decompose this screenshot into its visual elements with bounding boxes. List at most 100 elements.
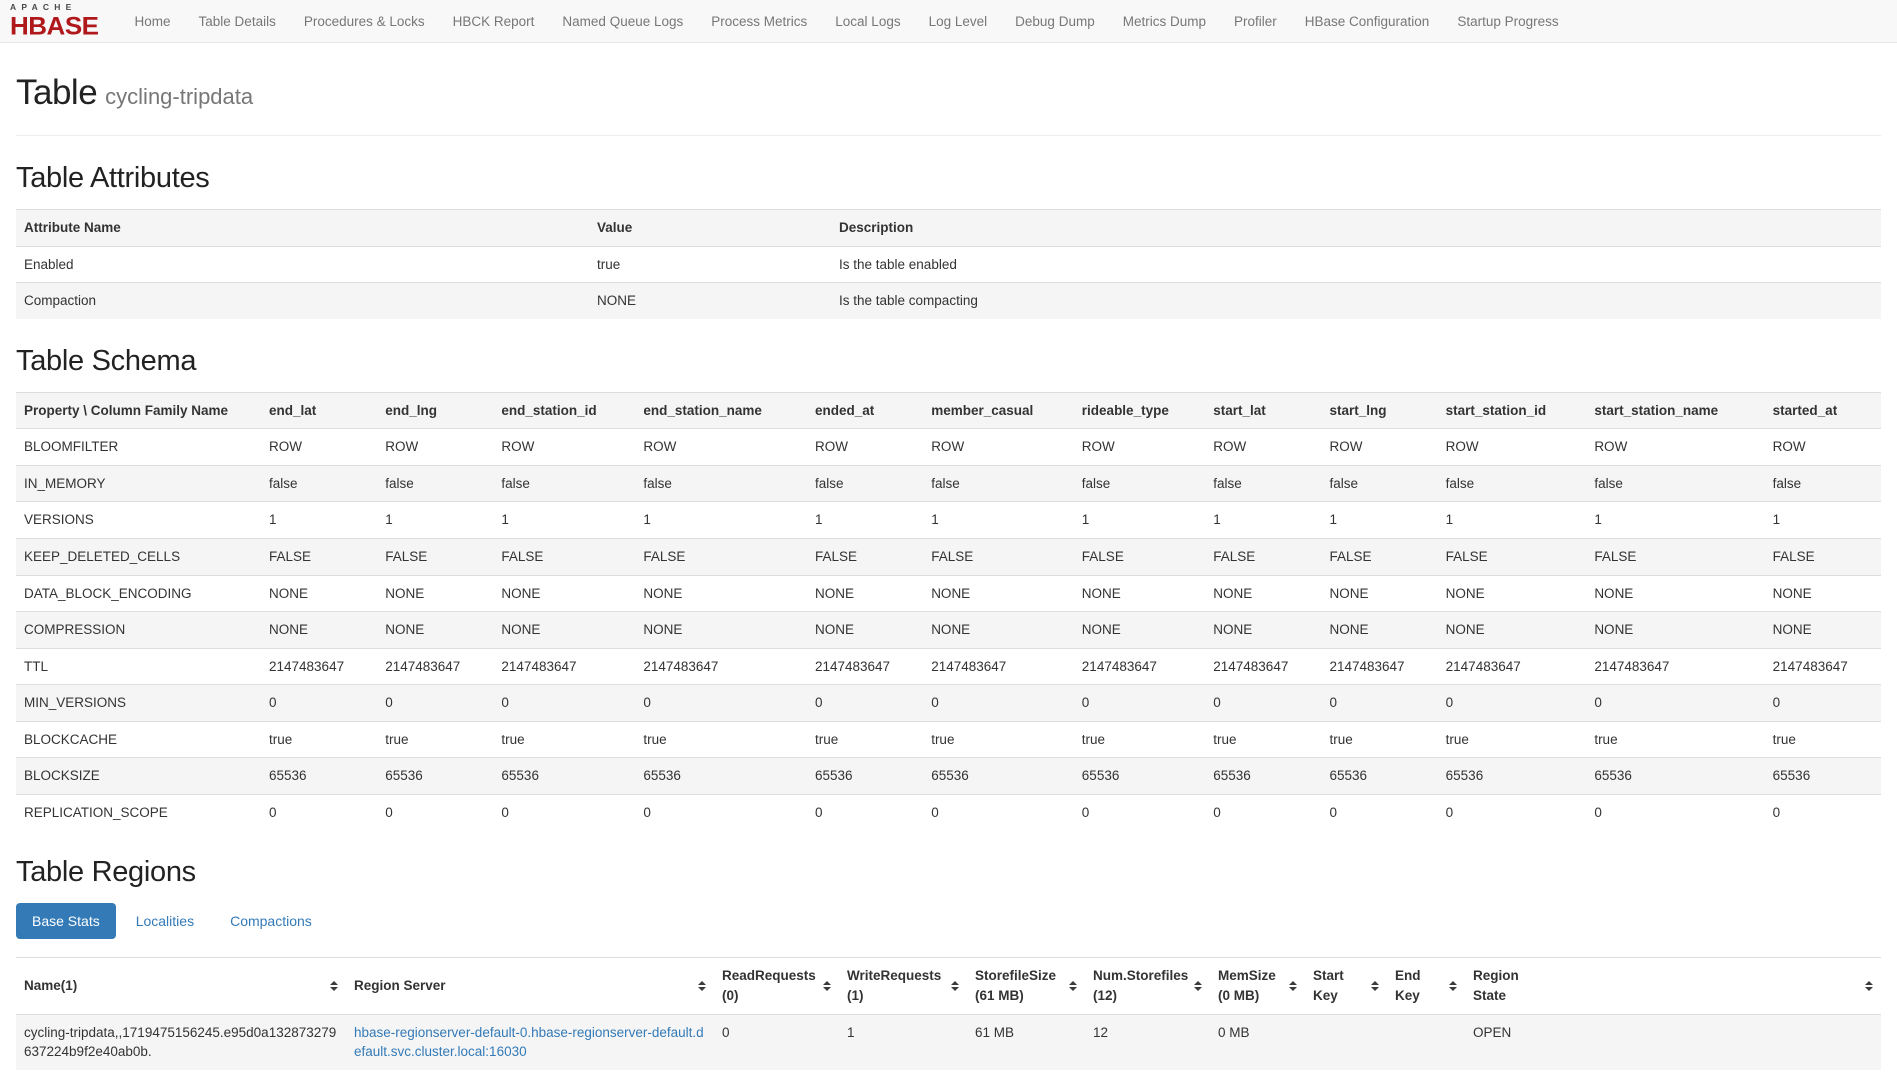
schema-value-cell: 65536 — [1438, 758, 1587, 795]
table-row: VERSIONS111111111111 — [16, 502, 1881, 539]
regions-col-writerequests-1[interactable]: WriteRequests (1) — [839, 958, 967, 1014]
schema-value-cell: 1 — [1321, 502, 1437, 539]
nav-item-process-metrics[interactable]: Process Metrics — [697, 3, 821, 40]
cell-write-requests: 1 — [839, 1014, 967, 1070]
regions-col-memsize-0-mb[interactable]: MemSize (0 MB) — [1210, 958, 1305, 1014]
schema-value-cell: 65536 — [807, 758, 923, 795]
regions-col-num-storefiles-12[interactable]: Num.Storefiles (12) — [1085, 958, 1210, 1014]
regions-col-region-state[interactable]: Region State — [1465, 958, 1881, 1014]
schema-value-cell: true — [377, 721, 493, 758]
schema-value-cell: NONE — [1321, 612, 1437, 649]
schema-body: Property \ Column Family Nameend_latend_… — [16, 392, 1881, 830]
schema-value-cell: ROW — [261, 429, 377, 466]
hbase-logo[interactable]: APACHE HBASE — [10, 3, 99, 39]
table-row: BLOCKSIZE6553665536655366553665536655366… — [16, 758, 1881, 795]
regions-col-label: Start Key — [1313, 966, 1355, 1005]
schema-value-cell: 1 — [923, 502, 1074, 539]
schema-value-cell: 0 — [635, 685, 807, 722]
sort-down-arrow — [1289, 987, 1297, 991]
schema-value-cell: NONE — [923, 612, 1074, 649]
table-row: IN_MEMORYfalsefalsefalsefalsefalsefalsef… — [16, 465, 1881, 502]
schema-property-name: IN_MEMORY — [16, 465, 261, 502]
schema-value-cell: NONE — [635, 575, 807, 612]
table-schema: Property \ Column Family Nameend_latend_… — [16, 392, 1881, 831]
schema-value-cell: 0 — [1586, 685, 1764, 722]
regions-col-region-server[interactable]: Region Server — [346, 958, 714, 1014]
schema-family-start-lng: start_lng — [1321, 392, 1437, 429]
logo-apache-text: APACHE — [10, 3, 99, 12]
regions-col-end-key[interactable]: End Key — [1387, 958, 1465, 1014]
nav-item-home[interactable]: Home — [121, 3, 185, 40]
schema-value-cell: 1 — [1765, 502, 1881, 539]
nav-item-log-level[interactable]: Log Level — [915, 3, 1002, 40]
region-server-link[interactable]: hbase-regionserver-default-0.hbase-regio… — [354, 1025, 704, 1060]
schema-value-cell: 2147483647 — [1438, 648, 1587, 685]
schema-value-cell: 0 — [493, 685, 635, 722]
schema-value-cell: 2147483647 — [493, 648, 635, 685]
schema-family-ended-at: ended_at — [807, 392, 923, 429]
sort-icon — [1371, 981, 1379, 991]
schema-value-cell: 65536 — [635, 758, 807, 795]
nav-item-hbck-report[interactable]: HBCK Report — [439, 3, 549, 40]
schema-value-cell: 1 — [1205, 502, 1321, 539]
sort-icon — [1865, 981, 1873, 991]
schema-value-cell: 2147483647 — [1205, 648, 1321, 685]
schema-value-cell: NONE — [377, 575, 493, 612]
schema-value-cell: 2147483647 — [377, 648, 493, 685]
nav-item-table-details[interactable]: Table Details — [185, 3, 290, 40]
schema-value-cell: true — [261, 721, 377, 758]
schema-value-cell: FALSE — [377, 538, 493, 575]
schema-value-cell: 0 — [1321, 794, 1437, 830]
cell-region-server: hbase-regionserver-default-0.hbase-regio… — [346, 1014, 714, 1070]
nav-item-local-logs[interactable]: Local Logs — [821, 3, 914, 40]
tab-base-stats[interactable]: Base Stats — [16, 903, 116, 939]
schema-property-name: DATA_BLOCK_ENCODING — [16, 575, 261, 612]
schema-value-cell: 65536 — [1321, 758, 1437, 795]
schema-heading: Table Schema — [16, 345, 1881, 378]
nav-item-metrics-dump[interactable]: Metrics Dump — [1109, 3, 1220, 40]
schema-value-cell: ROW — [1765, 429, 1881, 466]
schema-value-cell: true — [493, 721, 635, 758]
nav-item-profiler[interactable]: Profiler — [1220, 3, 1291, 40]
nav-item-debug-dump[interactable]: Debug Dump — [1001, 3, 1109, 40]
schema-value-cell: 0 — [1765, 685, 1881, 722]
nav-item-hbase-configuration[interactable]: HBase Configuration — [1291, 3, 1444, 40]
regions-col-start-key[interactable]: Start Key — [1305, 958, 1387, 1014]
regions-col-name-1[interactable]: Name(1) — [16, 958, 346, 1014]
schema-value-cell: NONE — [1321, 575, 1437, 612]
nav-item-startup-progress[interactable]: Startup Progress — [1443, 3, 1572, 40]
regions-col-storefilesize-61-mb[interactable]: StorefileSize (61 MB) — [967, 958, 1085, 1014]
schema-value-cell: ROW — [1205, 429, 1321, 466]
tab-localities[interactable]: Localities — [120, 903, 210, 939]
sort-up-arrow — [698, 981, 706, 985]
regions-col-label: Num.Storefiles (12) — [1093, 966, 1190, 1005]
regions-col-label: End Key — [1395, 966, 1435, 1005]
schema-value-cell: NONE — [377, 612, 493, 649]
schema-value-cell: ROW — [923, 429, 1074, 466]
schema-value-cell: 0 — [807, 794, 923, 830]
table-regions: Name(1)Region ServerReadRequests (0)Writ… — [16, 957, 1881, 1069]
schema-property-name: BLOOMFILTER — [16, 429, 261, 466]
schema-family-start-station-name: start_station_name — [1586, 392, 1764, 429]
schema-value-cell: 0 — [807, 685, 923, 722]
schema-value-cell: 2147483647 — [807, 648, 923, 685]
cell-start-key — [1305, 1014, 1387, 1070]
schema-family-member-casual: member_casual — [923, 392, 1074, 429]
schema-value-cell: 2147483647 — [1321, 648, 1437, 685]
tab-compactions[interactable]: Compactions — [214, 903, 328, 939]
cell-region-state: OPEN — [1465, 1014, 1881, 1070]
nav-item-procedures-locks[interactable]: Procedures & Locks — [290, 3, 439, 40]
schema-value-cell: ROW — [377, 429, 493, 466]
regions-col-readrequests-0[interactable]: ReadRequests (0) — [714, 958, 839, 1014]
sort-icon — [330, 981, 338, 991]
schema-property-name: REPLICATION_SCOPE — [16, 794, 261, 830]
schema-value-cell: false — [1438, 465, 1587, 502]
schema-value-cell: true — [1765, 721, 1881, 758]
schema-value-cell: NONE — [1586, 612, 1764, 649]
schema-value-cell: 65536 — [1765, 758, 1881, 795]
nav-item-named-queue-logs[interactable]: Named Queue Logs — [548, 3, 697, 40]
nav-items: HomeTable DetailsProcedures & LocksHBCK … — [121, 3, 1573, 40]
schema-family-started-at: started_at — [1765, 392, 1881, 429]
schema-value-cell: 65536 — [493, 758, 635, 795]
schema-family-end-station-name: end_station_name — [635, 392, 807, 429]
